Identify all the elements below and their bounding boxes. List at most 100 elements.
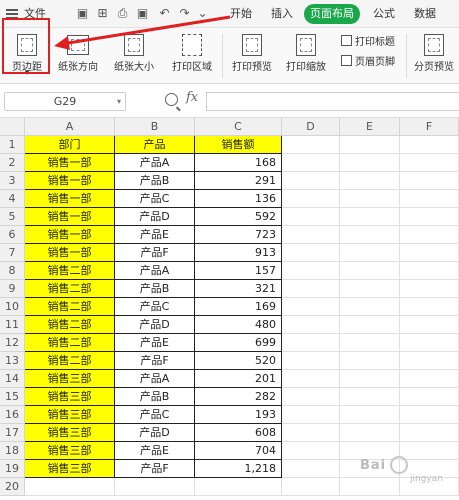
table-cell[interactable] [340,172,400,190]
table-cell[interactable]: 699 [195,334,282,352]
table-cell[interactable]: 产品F [115,352,195,370]
table-cell[interactable] [282,370,340,388]
table-cell[interactable]: 销售一部 [25,244,115,262]
table-cell[interactable]: 产品D [115,208,195,226]
table-cell[interactable] [400,244,459,262]
table-cell[interactable]: 282 [195,388,282,406]
table-cell[interactable] [282,388,340,406]
row-header[interactable]: 11 [0,316,25,334]
row-header[interactable]: 4 [0,190,25,208]
table-cell[interactable] [282,460,340,478]
table-cell[interactable] [340,298,400,316]
table-cell[interactable] [282,352,340,370]
table-cell[interactable] [25,478,115,496]
table-cell[interactable] [400,226,459,244]
table-cell[interactable] [400,370,459,388]
table-cell[interactable] [115,478,195,496]
table-cell[interactable]: 723 [195,226,282,244]
table-cell[interactable] [400,298,459,316]
table-cell[interactable]: 产品A [115,262,195,280]
table-cell[interactable] [400,208,459,226]
table-cell[interactable] [282,262,340,280]
table-cell[interactable]: 产品A [115,154,195,172]
row-header[interactable]: 5 [0,208,25,226]
table-cell[interactable]: 产品B [115,172,195,190]
table-cell[interactable] [340,406,400,424]
row-header[interactable]: 19 [0,460,25,478]
table-cell[interactable] [282,442,340,460]
row-header[interactable]: 1 [0,136,25,154]
table-cell[interactable]: 销售额 [195,136,282,154]
table-cell[interactable] [340,208,400,226]
table-cell[interactable]: 销售一部 [25,226,115,244]
row-header[interactable]: 10 [0,298,25,316]
column-header-b[interactable]: B [115,118,195,136]
select-all-corner[interactable] [0,118,25,136]
row-header[interactable]: 7 [0,244,25,262]
row-header[interactable]: 9 [0,280,25,298]
table-cell[interactable]: 销售二部 [25,352,115,370]
table-cell[interactable] [340,370,400,388]
column-header-f[interactable]: F [400,118,459,136]
formula-input[interactable] [206,92,459,111]
table-cell[interactable] [282,298,340,316]
row-header[interactable]: 17 [0,424,25,442]
table-cell[interactable]: 157 [195,262,282,280]
table-cell[interactable]: 销售二部 [25,298,115,316]
table-cell[interactable] [400,406,459,424]
table-cell[interactable] [282,280,340,298]
table-cell[interactable] [400,388,459,406]
table-cell[interactable]: 产品E [115,442,195,460]
table-cell[interactable] [340,388,400,406]
table-cell[interactable]: 产品F [115,244,195,262]
table-cell[interactable] [340,424,400,442]
table-cell[interactable]: 销售三部 [25,370,115,388]
table-cell[interactable] [340,262,400,280]
table-cell[interactable] [340,136,400,154]
table-cell[interactable]: 168 [195,154,282,172]
table-cell[interactable]: 销售一部 [25,208,115,226]
table-cell[interactable]: 销售二部 [25,280,115,298]
table-cell[interactable] [195,478,282,496]
table-cell[interactable]: 产品 [115,136,195,154]
row-header[interactable]: 18 [0,442,25,460]
table-cell[interactable]: 608 [195,424,282,442]
table-cell[interactable] [340,154,400,172]
row-header[interactable]: 12 [0,334,25,352]
table-cell[interactable]: 913 [195,244,282,262]
table-cell[interactable]: 产品A [115,370,195,388]
table-cell[interactable]: 销售三部 [25,388,115,406]
table-cell[interactable] [282,190,340,208]
table-cell[interactable] [340,226,400,244]
table-cell[interactable] [340,334,400,352]
table-cell[interactable] [282,334,340,352]
table-cell[interactable]: 部门 [25,136,115,154]
table-cell[interactable]: 产品C [115,406,195,424]
table-cell[interactable] [400,172,459,190]
table-cell[interactable]: 291 [195,172,282,190]
table-cell[interactable] [400,316,459,334]
table-cell[interactable] [400,154,459,172]
table-cell[interactable]: 169 [195,298,282,316]
row-header[interactable]: 2 [0,154,25,172]
table-cell[interactable] [282,424,340,442]
table-cell[interactable] [282,478,340,496]
table-cell[interactable] [282,154,340,172]
table-cell[interactable]: 产品B [115,388,195,406]
table-cell[interactable] [400,262,459,280]
table-cell[interactable]: 销售二部 [25,262,115,280]
table-cell[interactable] [282,172,340,190]
row-header[interactable]: 8 [0,262,25,280]
table-cell[interactable] [400,352,459,370]
table-cell[interactable]: 704 [195,442,282,460]
table-cell[interactable] [400,136,459,154]
table-cell[interactable] [282,136,340,154]
table-cell[interactable]: 201 [195,370,282,388]
table-cell[interactable]: 销售三部 [25,406,115,424]
table-cell[interactable]: 销售一部 [25,154,115,172]
table-cell[interactable]: 1,218 [195,460,282,478]
table-cell[interactable]: 销售三部 [25,442,115,460]
table-cell[interactable]: 产品B [115,280,195,298]
zoom-icon[interactable] [165,93,178,106]
row-header[interactable]: 13 [0,352,25,370]
